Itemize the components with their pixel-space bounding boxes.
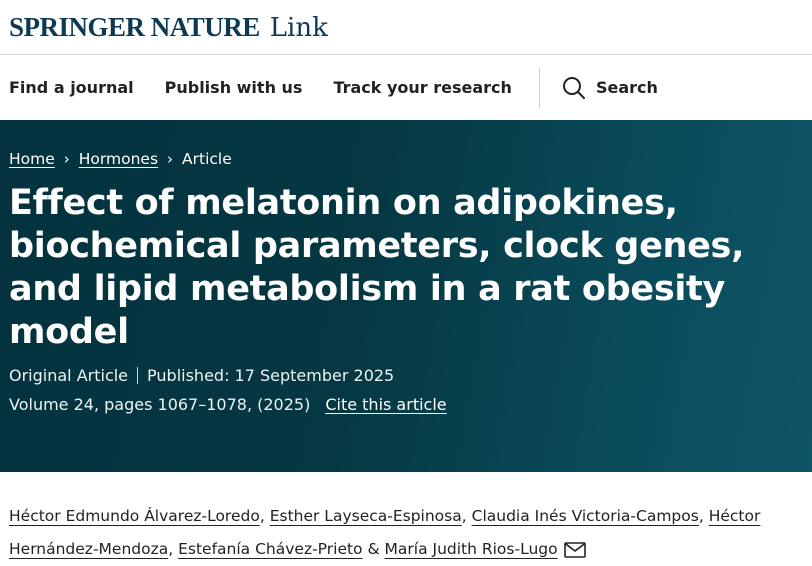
author-link[interactable]: María Judith Rios-Lugo bbox=[385, 540, 558, 558]
brand-name: SPRINGER NATURE bbox=[9, 11, 260, 42]
article-header: Home › Hormones › Article Effect of mela… bbox=[0, 120, 812, 472]
breadcrumb: Home › Hormones › Article bbox=[9, 150, 803, 168]
chevron-right-icon: › bbox=[63, 150, 70, 168]
main-nav: Find a journal Publish with us Track you… bbox=[0, 55, 812, 120]
search-icon bbox=[562, 76, 585, 99]
nav-track-research[interactable]: Track your research bbox=[333, 78, 512, 97]
chevron-right-icon: › bbox=[167, 150, 174, 168]
nav-find-journal[interactable]: Find a journal bbox=[9, 78, 134, 97]
brand-bar: SPRINGER NATURE Link bbox=[0, 0, 812, 55]
breadcrumb-current: Article bbox=[182, 150, 232, 168]
nav-divider bbox=[538, 66, 540, 109]
author-link[interactable]: Esther Layseca-Espinosa bbox=[270, 507, 462, 525]
meta-divider bbox=[137, 367, 139, 384]
volume-pages: Volume 24, pages 1067–1078, (2025) bbox=[9, 395, 311, 414]
author-link[interactable]: Claudia Inés Victoria-Campos bbox=[472, 507, 699, 525]
published-date: Published: 17 September 2025 bbox=[147, 366, 395, 385]
nav-publish-with-us[interactable]: Publish with us bbox=[165, 78, 303, 97]
cite-this-article-link[interactable]: Cite this article bbox=[325, 395, 446, 414]
article-type: Original Article bbox=[9, 366, 129, 385]
article-title: Effect of melatonin on adipokines, bioch… bbox=[9, 183, 745, 352]
mail-icon[interactable] bbox=[563, 541, 586, 558]
breadcrumb-journal[interactable]: Hormones bbox=[79, 150, 158, 168]
article-meta: Original Article Published: 17 September… bbox=[9, 366, 803, 385]
brand-product: Link bbox=[269, 12, 328, 43]
springer-nature-link-logo[interactable]: SPRINGER NATURE Link bbox=[9, 12, 328, 43]
author-and: & bbox=[367, 540, 380, 558]
author-list: Héctor Edmundo Álvarez-Loredo, Esther La… bbox=[9, 507, 761, 558]
search-button[interactable]: Search bbox=[562, 76, 658, 100]
article-volume-row: Volume 24, pages 1067–1078, (2025) Cite … bbox=[9, 395, 803, 414]
author-link[interactable]: Estefanía Chávez-Prieto bbox=[178, 540, 362, 558]
breadcrumb-home[interactable]: Home bbox=[9, 150, 55, 168]
author-link[interactable]: Héctor Edmundo Álvarez-Loredo bbox=[9, 507, 260, 525]
search-label: Search bbox=[595, 78, 658, 97]
